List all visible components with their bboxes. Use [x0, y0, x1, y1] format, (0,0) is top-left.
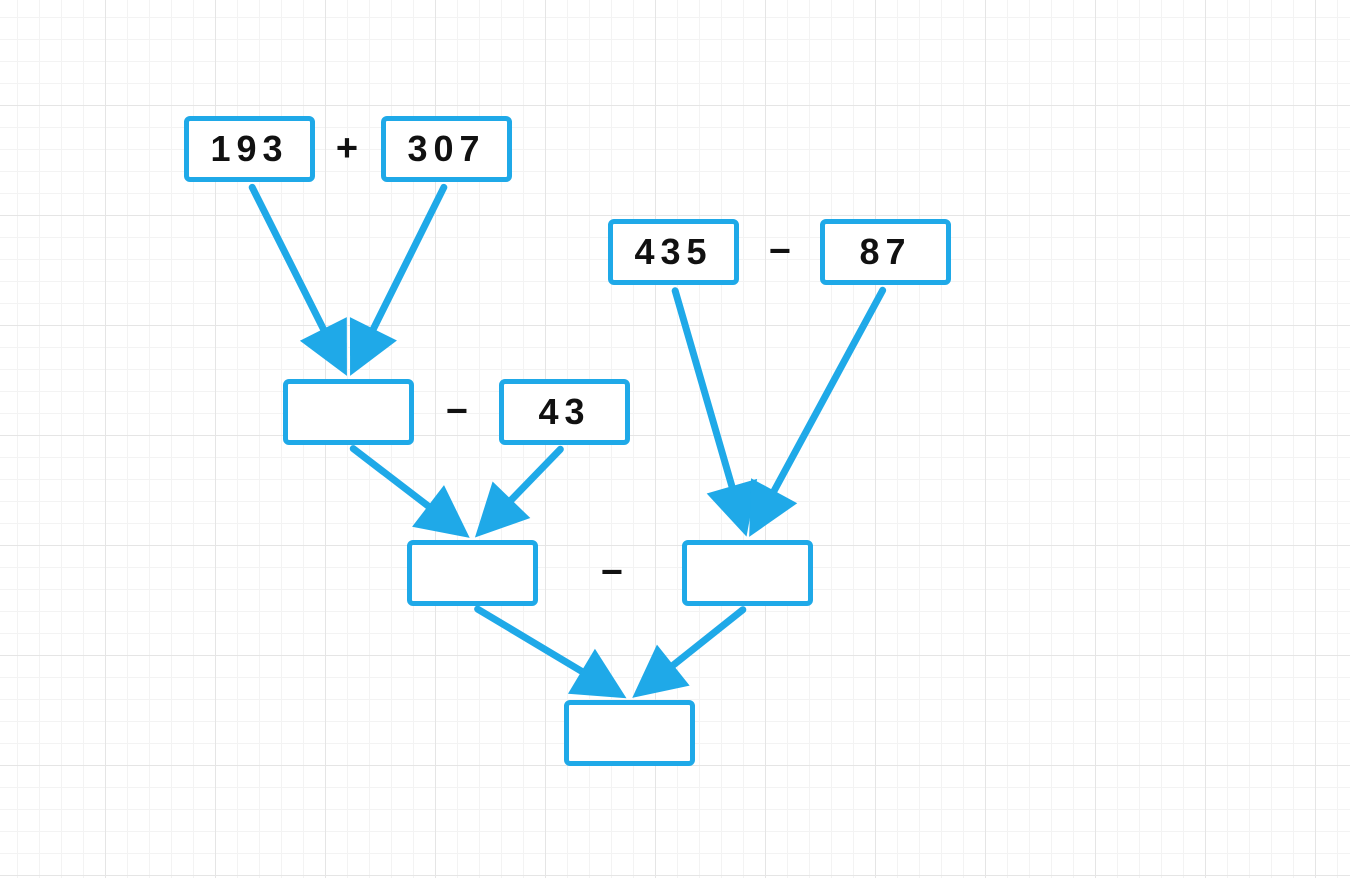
arrow: [640, 610, 742, 692]
arrow: [754, 290, 882, 527]
operator-minus: −: [446, 391, 468, 434]
result-box-blank-3[interactable]: [682, 540, 813, 606]
value: 87: [859, 231, 911, 273]
value: 307: [407, 128, 485, 170]
result-box-final[interactable]: [564, 700, 695, 766]
operand-box-43: 43: [499, 379, 630, 445]
arrow: [252, 187, 342, 366]
operator-minus: −: [769, 231, 791, 274]
value: 435: [634, 231, 712, 273]
value: 193: [210, 128, 288, 170]
operator-plus: +: [336, 128, 358, 171]
value: 43: [538, 391, 590, 433]
operator-minus: −: [601, 552, 623, 595]
diagram-canvas: 193 307 435 87 43 + − − −: [0, 0, 1350, 878]
result-box-blank-2[interactable]: [407, 540, 538, 606]
arrow: [353, 449, 461, 532]
operand-box-435: 435: [608, 219, 739, 285]
arrow: [675, 291, 743, 527]
operand-box-193: 193: [184, 116, 315, 182]
operand-box-307: 307: [381, 116, 512, 182]
operand-box-87: 87: [820, 219, 951, 285]
arrow: [482, 449, 560, 530]
arrow: [355, 187, 444, 366]
result-box-blank-1[interactable]: [283, 379, 414, 445]
arrow: [478, 609, 618, 693]
